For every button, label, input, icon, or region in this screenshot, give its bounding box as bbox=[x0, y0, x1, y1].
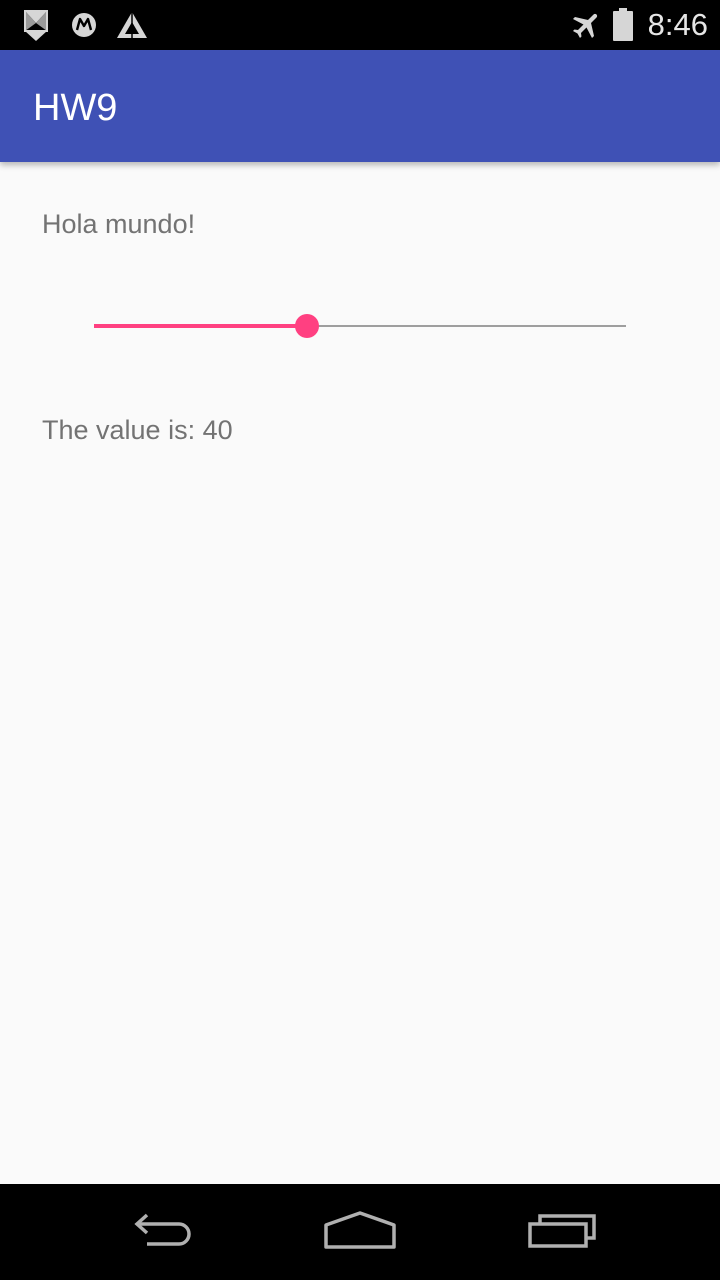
airplane-mode-icon bbox=[570, 8, 604, 47]
slider-thumb[interactable] bbox=[294, 314, 319, 338]
motorola-icon bbox=[71, 12, 97, 43]
value-text: The value is: 40 bbox=[42, 415, 233, 445]
slider-fill bbox=[94, 324, 307, 328]
home-button[interactable] bbox=[312, 1202, 408, 1262]
status-bar: 8:46 bbox=[0, 0, 720, 50]
app-bar: HW9 bbox=[0, 50, 720, 162]
notification-icon bbox=[23, 9, 49, 48]
greeting-text: Hola mundo! bbox=[42, 209, 196, 239]
recents-icon bbox=[526, 1210, 598, 1255]
navigation-bar bbox=[0, 1184, 720, 1280]
back-button[interactable] bbox=[112, 1202, 208, 1262]
home-icon bbox=[322, 1210, 398, 1255]
app-title: HW9 bbox=[33, 87, 118, 129]
recents-button[interactable] bbox=[514, 1202, 610, 1262]
back-icon bbox=[125, 1210, 195, 1255]
battery-icon bbox=[612, 8, 634, 47]
triangle-logo-icon bbox=[115, 10, 149, 45]
main-content: Hola mundo! The value is: 40 bbox=[0, 162, 720, 1184]
value-slider[interactable] bbox=[94, 310, 626, 342]
status-clock: 8:46 bbox=[647, 7, 708, 42]
